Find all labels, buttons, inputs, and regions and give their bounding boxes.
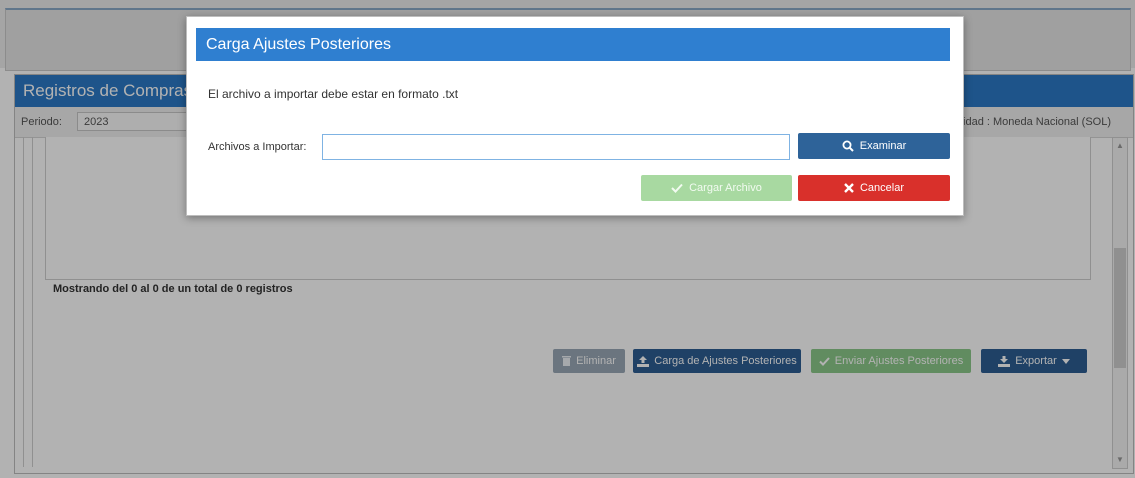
- modal-message: El archivo a importar debe estar en form…: [208, 87, 459, 101]
- cargar-archivo-label: Cargar Archivo: [689, 182, 762, 194]
- modal-title: Carga Ajustes Posteriores: [196, 28, 950, 61]
- cargar-archivo-button[interactable]: Cargar Archivo: [641, 175, 792, 201]
- cancelar-label: Cancelar: [859, 182, 905, 194]
- examinar-label: Examinar: [859, 140, 907, 152]
- file-input[interactable]: [322, 134, 790, 160]
- carga-ajustes-modal: Carga Ajustes Posteriores El archivo a i…: [186, 16, 964, 216]
- close-icon: [844, 183, 854, 193]
- file-label: Archivos a Importar:: [208, 141, 307, 153]
- examinar-button[interactable]: Examinar: [798, 133, 950, 159]
- check-icon: [671, 183, 683, 193]
- cancelar-button[interactable]: Cancelar: [798, 175, 950, 201]
- search-icon: [842, 140, 854, 152]
